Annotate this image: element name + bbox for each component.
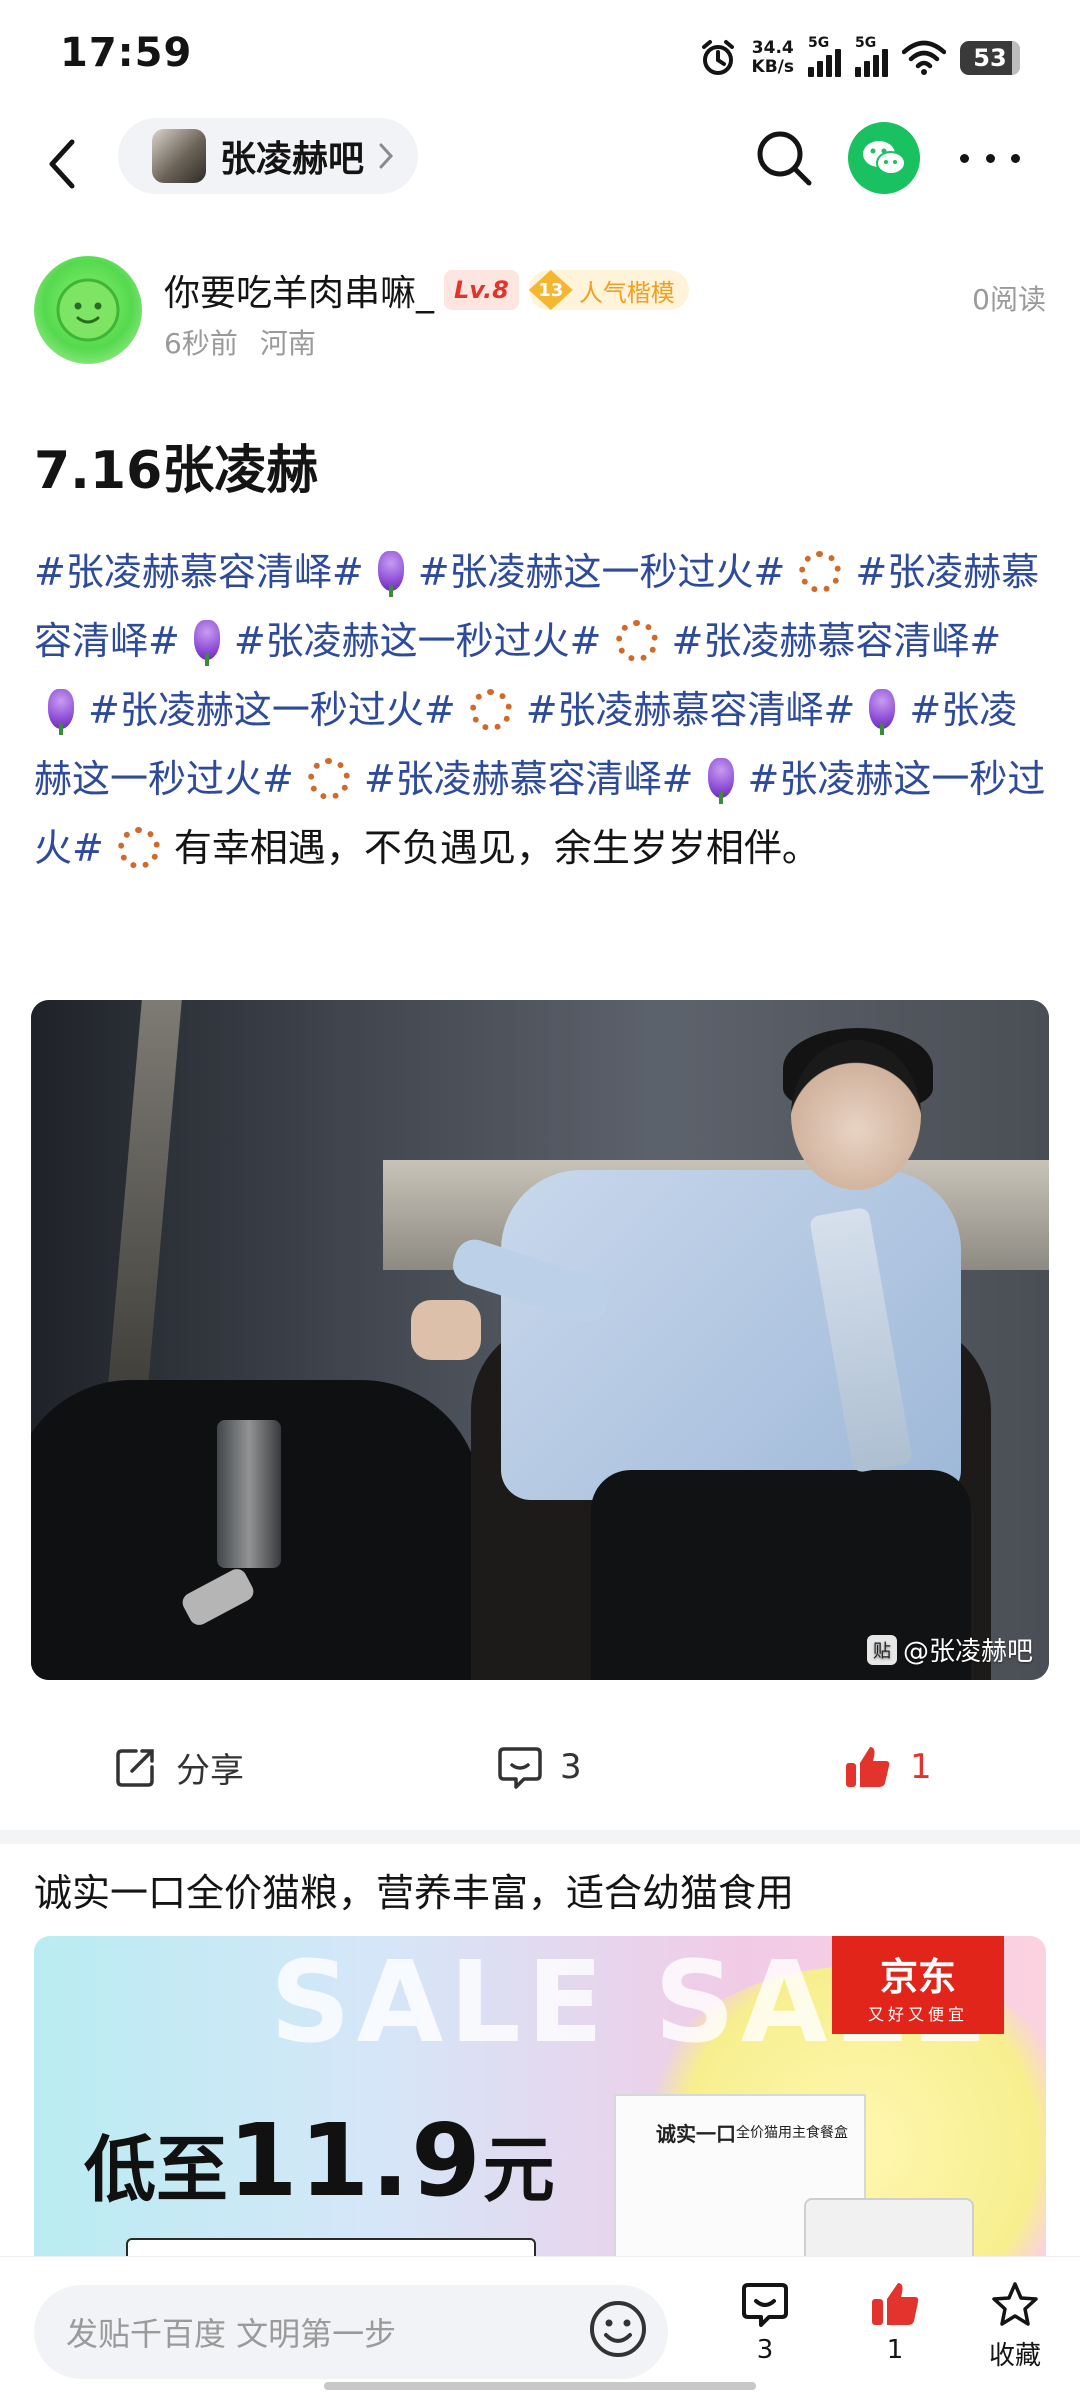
jd-logo: 京东 又好又便宜 (832, 1936, 1004, 2034)
post-time: 6秒前 (164, 327, 238, 360)
sim1-label: 5G (808, 35, 830, 51)
post-body-text: 有幸相遇，不负遇见，余生岁岁相伴。 (173, 826, 820, 870)
prayer-beads-emoji-icon (307, 758, 350, 800)
watermark-text: @张凌赫吧 (902, 1637, 1033, 1667)
comment-icon (742, 2283, 788, 2327)
share-icon (116, 1749, 154, 1787)
grape-emoji-icon (48, 689, 74, 735)
price-unit: 元 (482, 2128, 555, 2212)
like-count: 1 (910, 1747, 932, 1787)
post-body: #张凌赫慕容清峄# #张凌赫这一秒过火# #张凌赫慕容清峄# #张凌赫这一秒过火# #张… (34, 538, 1046, 883)
price-value: 11.9 (228, 2102, 483, 2219)
title-badge: 13 人气楷模 (528, 270, 689, 310)
bottom-comment-count: 3 (756, 2335, 774, 2365)
bottom-bar: 发贴千百度 文明第一步 3 1 收藏 (0, 2256, 1080, 2400)
ad-price: 低至 11.9 元 (84, 2102, 555, 2219)
wechat-share-button[interactable] (848, 122, 920, 194)
signal-sim1-icon: 5G (808, 35, 841, 77)
prayer-beads-emoji-icon (117, 827, 160, 869)
section-divider (0, 1830, 1080, 1844)
topic-tag-link[interactable]: #张凌赫这一秒过火# (418, 550, 786, 594)
forum-avatar (152, 129, 206, 183)
home-indicator (324, 2382, 756, 2390)
jd-slogan: 又好又便宜 (867, 2004, 968, 2024)
topic-tag-link[interactable]: #张凌赫慕容清峄# (364, 757, 694, 801)
comment-count: 3 (560, 1747, 582, 1787)
tieba-logo-icon: 贴 (866, 1634, 897, 1665)
product-brand: 诚实一口 (656, 2122, 736, 2146)
prayer-beads-emoji-icon (469, 689, 512, 731)
grape-emoji-icon (193, 620, 220, 666)
wechat-icon (863, 141, 906, 175)
image-watermark: 贴 @张凌赫吧 (866, 1631, 1033, 1668)
flower-face-icon (56, 278, 120, 342)
jd-name: 京东 (879, 1954, 956, 1999)
back-icon[interactable] (40, 134, 90, 194)
topic-tag-link[interactable]: #张凌赫这一秒过火# (88, 688, 456, 732)
bottom-like-count: 1 (886, 2335, 904, 2365)
status-bar: 17:59 34.4 KB/s 5G 5G 53 (0, 0, 1080, 110)
comment-button[interactable]: 3 (496, 1722, 582, 1812)
post-location: 河南 (259, 327, 316, 360)
post-author: 你要吃羊肉串嘛_ Lv.8 13 人气楷模 6秒前 河南 0阅读 (34, 256, 1046, 366)
post-title: 7.16张凌赫 (34, 441, 319, 501)
grape-emoji-icon (869, 689, 896, 735)
product-desc: 全价猫用主食餐盒 (736, 2125, 848, 2141)
author-name[interactable]: 你要吃羊肉串嘛_ (164, 264, 434, 316)
title-level: 13 (528, 270, 573, 310)
level-badge: Lv.8 (444, 270, 519, 310)
topic-tag-link[interactable]: #张凌赫慕容清峄# (526, 688, 856, 732)
chevron-right-icon (379, 143, 394, 169)
post-actions: 分享 3 1 (0, 1722, 1080, 1812)
topic-tag-link[interactable]: #张凌赫慕容清峄# (672, 619, 1002, 663)
post-image[interactable]: 贴 @张凌赫吧 (31, 1000, 1049, 1680)
more-icon[interactable] (960, 138, 1020, 178)
reply-input[interactable]: 发贴千百度 文明第一步 (34, 2285, 668, 2379)
reply-input-placeholder: 发贴千百度 文明第一步 (66, 2315, 397, 2353)
status-time: 17:59 (60, 30, 193, 76)
search-icon[interactable] (752, 126, 816, 190)
read-count: 0阅读 (972, 283, 1046, 316)
price-prefix: 低至 (84, 2128, 229, 2212)
top-nav: 张凌赫吧 (0, 110, 1080, 240)
author-name-row: 你要吃羊肉串嘛_ Lv.8 13 人气楷模 (164, 264, 689, 316)
post-page: 17:59 34.4 KB/s 5G 5G 53 张凌赫吧 你要吃羊肉串嘛_ L… (0, 0, 1080, 2400)
favorite-button[interactable]: 收藏 (970, 2279, 1060, 2372)
author-avatar[interactable] (34, 256, 142, 364)
bottom-like-button[interactable]: 1 (850, 2279, 940, 2365)
grape-emoji-icon (707, 758, 734, 804)
network-speed-unit: KB/s (751, 57, 794, 77)
bottom-comment-button[interactable]: 3 (720, 2279, 810, 2365)
wifi-icon (902, 40, 946, 75)
topic-tag-link[interactable]: #张凌赫这一秒过火# (234, 619, 602, 663)
comment-icon (498, 1747, 542, 1789)
sim2-label: 5G (855, 35, 877, 51)
battery-icon: 53 (960, 41, 1020, 75)
grape-emoji-icon (377, 551, 404, 597)
favorite-label: 收藏 (988, 2341, 1041, 2371)
status-icons: 34.4 KB/s 5G 5G 53 (698, 34, 1020, 82)
share-button[interactable]: 分享 (112, 1722, 244, 1812)
signal-sim2-icon: 5G (855, 35, 888, 77)
network-speed: 34.4 KB/s (752, 39, 794, 77)
ad-banner[interactable]: SALE SALE 京东 又好又便宜 低至 11.9 元 诚实一口 全价猫用主食… (34, 1936, 1046, 2266)
ad-title[interactable]: 诚实一口全价猫粮，营养丰富，适合幼猫食用 (34, 1862, 794, 1917)
prayer-beads-emoji-icon (799, 551, 842, 593)
star-icon (992, 2282, 1038, 2326)
emoji-icon[interactable] (586, 2297, 650, 2361)
topic-tag-link[interactable]: #张凌赫慕容清峄# (34, 550, 364, 594)
alarm-icon (701, 40, 734, 75)
title-name: 人气楷模 (578, 278, 675, 307)
like-button[interactable]: 1 (842, 1722, 932, 1812)
thumbs-up-icon (872, 2283, 919, 2325)
forum-name: 张凌赫吧 (220, 139, 365, 180)
share-label: 分享 (176, 1750, 244, 1791)
prayer-beads-emoji-icon (615, 620, 658, 662)
network-speed-value: 34.4 (751, 38, 794, 58)
battery-level: 53 (973, 44, 1007, 72)
forum-entry-button[interactable]: 张凌赫吧 (118, 118, 419, 194)
thumbs-up-icon (846, 1747, 890, 1787)
post-meta: 6秒前 河南 (164, 322, 316, 362)
